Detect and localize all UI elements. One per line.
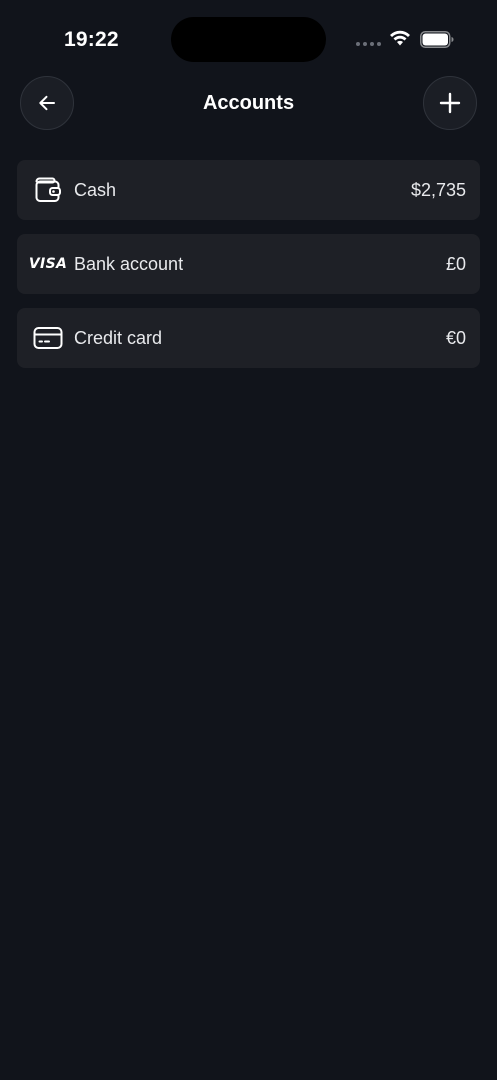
account-name: Credit card: [74, 328, 163, 348]
visa-icon: VISA: [29, 251, 67, 277]
account-list: Cash $2,735 VISA Bank account £0 Credit …: [17, 160, 480, 382]
dynamic-island: [171, 17, 326, 62]
credit-card-icon: [33, 325, 63, 351]
account-balance: $2,735: [410, 180, 466, 200]
wifi-icon: [390, 30, 410, 46]
account-name: Bank account: [74, 254, 184, 274]
visa-icon-text: VISA: [28, 256, 68, 272]
plus-icon: [439, 92, 461, 114]
status-bar: 19:22: [0, 0, 497, 80]
wallet-icon: [33, 177, 63, 203]
header: Accounts: [0, 76, 497, 132]
battery-icon: [420, 31, 454, 48]
account-row-bank-account[interactable]: VISA Bank account £0: [17, 234, 480, 294]
account-row-cash[interactable]: Cash $2,735: [17, 160, 480, 220]
account-name: Cash: [74, 180, 117, 200]
add-account-button[interactable]: [423, 76, 477, 130]
account-balance: £0: [445, 254, 466, 274]
status-time: 19:22: [64, 28, 119, 51]
account-row-credit-card[interactable]: Credit card €0: [17, 308, 480, 368]
accounts-screen: 19:22 Accounts Cash $2,735 VISA Bank acc…: [0, 0, 497, 1080]
account-balance: €0: [445, 328, 466, 348]
signal-dots-icon: [356, 42, 381, 46]
